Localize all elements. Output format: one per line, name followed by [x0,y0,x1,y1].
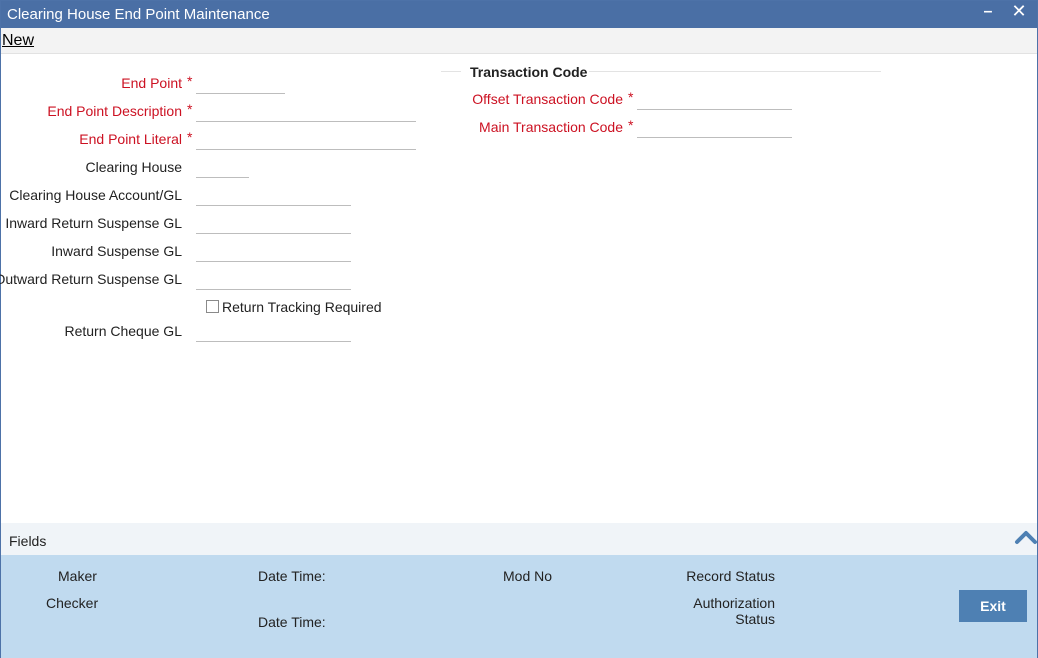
authorization-status-label-line2: Status [735,611,775,627]
required-marker: * [187,101,193,117]
required-marker: * [187,129,193,145]
end-point-literal-field[interactable] [196,128,416,150]
clearing-house-label: Clearing House [85,159,183,175]
title-bar: Clearing House End Point Maintenance – ✕ [1,1,1037,28]
mod-no-label: Mod No [503,568,553,584]
return-cheque-gl-label: Return Cheque GL [64,323,182,339]
required-marker: * [628,117,634,133]
end-point-literal-label: End Point Literal [79,131,182,147]
outward-return-suspense-gl-field[interactable] [196,268,351,290]
end-point-description-label: End Point Description [47,103,182,119]
main-transaction-code-label: Main Transaction Code [479,119,623,135]
menu-bar: New [1,28,1037,54]
audit-footer: Maker Date Time: Mod No Record Status Ch… [1,555,1037,658]
clearing-house-field[interactable] [196,156,249,178]
fields-bar: Fields [1,523,1037,555]
end-point-label: End Point [121,75,182,91]
return-tracking-checkbox[interactable] [206,300,219,313]
new-link[interactable]: New [2,32,34,50]
inward-return-suspense-gl-field[interactable] [196,212,351,234]
clearing-house-account-field[interactable] [196,184,351,206]
required-marker: * [628,89,634,105]
end-point-field[interactable] [196,72,285,94]
end-point-description-field[interactable] [196,100,416,122]
section-divider [589,71,881,72]
maintenance-window: Clearing House End Point Maintenance – ✕… [0,0,1038,658]
inward-suspense-gl-field[interactable] [196,240,351,262]
inward-return-suspense-gl-label: Inward Return Suspense GL [5,215,182,231]
checker-date-time-label: Date Time: [258,614,326,630]
close-icon[interactable]: ✕ [1009,1,1029,25]
offset-transaction-code-field[interactable] [637,88,792,110]
outward-return-suspense-gl-label: Outward Return Suspense GL [0,271,182,287]
minimize-icon[interactable]: – [979,3,997,25]
maker-date-time-label: Date Time: [258,568,326,584]
fields-label[interactable]: Fields [9,533,46,549]
maker-label: Maker [58,568,97,584]
exit-button[interactable]: Exit [959,590,1027,622]
section-divider [441,71,461,72]
authorization-status-label-line1: Authorization [693,595,775,611]
required-marker: * [187,73,193,89]
main-transaction-code-field[interactable] [637,116,792,138]
window-title: Clearing House End Point Maintenance [7,6,270,23]
record-status-label: Record Status [686,568,775,584]
offset-transaction-code-label: Offset Transaction Code [472,91,623,107]
transaction-code-heading: Transaction Code [470,64,588,80]
inward-suspense-gl-label: Inward Suspense GL [51,243,182,259]
clearing-house-account-label: Clearing House Account/GL [9,187,182,203]
return-tracking-label: Return Tracking Required [222,299,382,315]
chevron-up-icon[interactable] [1014,527,1038,545]
checker-label: Checker [46,595,99,611]
return-cheque-gl-field[interactable] [196,320,351,342]
